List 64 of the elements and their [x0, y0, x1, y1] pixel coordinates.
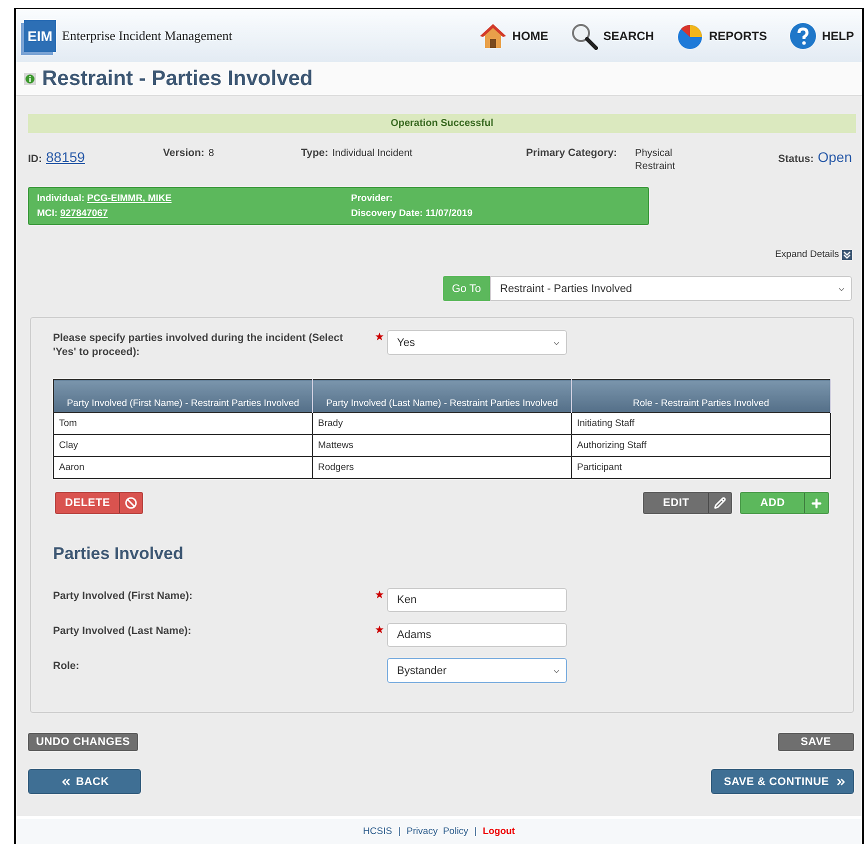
- separator: |: [398, 826, 401, 837]
- table-cell: Tom: [54, 412, 312, 435]
- logo: EIM: [24, 20, 56, 52]
- field-value: 8: [208, 148, 214, 159]
- back-button[interactable]: BACK: [28, 769, 141, 794]
- field-label: Type:: [301, 147, 328, 159]
- undo-changes-button[interactable]: UNDO CHANGES: [28, 733, 138, 752]
- table-cell: Rodgers: [312, 456, 572, 479]
- question-label: Please specify parties involved during the incident (Select 'Yes' to proceed):: [53, 331, 344, 360]
- summary-text: MCI: 927847067: [37, 208, 109, 219]
- field-label: Version:: [163, 147, 204, 159]
- go-to-dropdown[interactable]: Restraint - Parties Involved: [490, 276, 852, 301]
- delete-button[interactable]: DELETE: [55, 492, 144, 514]
- field-value: Physical Restraint: [635, 147, 676, 173]
- summary-text: Individual: PCG-EIMMR, MIKE: [37, 193, 173, 204]
- table-cell: Brady: [312, 412, 572, 435]
- table-cell: Participant: [572, 456, 830, 479]
- table-cell: Aaron: [54, 456, 312, 479]
- id-link[interactable]: 88159: [46, 149, 85, 165]
- info-icon: [24, 72, 36, 84]
- dropdown-field[interactable]: Yes: [387, 330, 567, 355]
- field-label: Status:: [778, 153, 814, 165]
- save-button[interactable]: SAVE: [778, 733, 854, 752]
- save-and-continue-button[interactable]: SAVE & CONTINUE: [710, 769, 854, 794]
- nav-link[interactable]: SEARCH: [570, 22, 654, 50]
- field-label: ID:: [28, 153, 42, 165]
- column-header: Party Involved (First Name) - Restraint Parties Involved: [54, 380, 312, 413]
- text-field[interactable]: Adams: [387, 623, 567, 648]
- dropdown-field[interactable]: Bystander: [387, 658, 567, 684]
- expand-details-link[interactable]: Expand Details: [775, 249, 839, 260]
- nav-link[interactable]: HOME: [479, 22, 548, 50]
- no-entry-icon: [125, 497, 138, 510]
- plus-icon: [810, 496, 823, 510]
- chevrons-down-icon[interactable]: [842, 250, 852, 260]
- summary-text: Provider:: [351, 193, 394, 204]
- nav-link[interactable]: REPORTS: [676, 22, 767, 50]
- nav-link[interactable]: HELP: [788, 22, 854, 50]
- table-cell: Mattews: [312, 434, 572, 457]
- house-icon: [479, 22, 508, 50]
- footer-link[interactable]: Privacy Policy: [406, 826, 468, 837]
- app-name: Enterprise Incident Management: [62, 28, 232, 44]
- separator: |: [474, 826, 477, 837]
- footer-link[interactable]: HCSIS: [363, 826, 392, 837]
- field-label: Party Involved (Last Name):: [53, 624, 192, 639]
- table-cell: Initiating Staff: [572, 412, 830, 435]
- section-title: Parties Involved: [53, 544, 184, 564]
- table-cell: Authorizing Staff: [572, 434, 830, 457]
- column-header: Party Involved (Last Name) - Restraint Parties Involved: [312, 380, 572, 413]
- search-icon: [570, 22, 598, 50]
- status-value: Open: [818, 149, 852, 165]
- field-value: Individual Incident: [332, 148, 412, 159]
- help-icon: [788, 22, 817, 50]
- field-label: Role:: [53, 659, 80, 674]
- edit-button[interactable]: EDIT: [643, 492, 732, 514]
- page-title: Restraint - Parties Involved: [42, 66, 313, 90]
- field-label: Primary Category:: [526, 147, 618, 161]
- text-field[interactable]: Ken: [387, 588, 567, 612]
- pencil-icon: [714, 497, 726, 510]
- column-header: Role - Restraint Parties Involved: [572, 380, 830, 413]
- success-message: Operation Successful: [28, 114, 856, 133]
- summary-text: Discovery Date: 11/07/2019: [351, 208, 474, 219]
- table-cell: Clay: [54, 434, 312, 457]
- field-label: Party Involved (First Name):: [53, 589, 194, 604]
- logout-link[interactable]: Logout: [482, 826, 515, 837]
